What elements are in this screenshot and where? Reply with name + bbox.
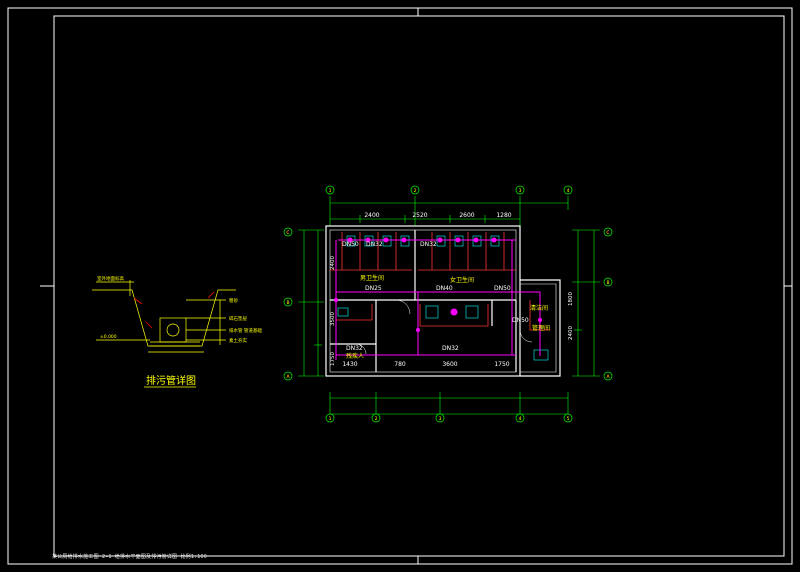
grid-top-3: 3 [519,188,522,194]
pipe-label-9: DN50 [512,317,529,324]
cad-drawing-canvas: 室外地面标高 粗砂 碎石垫层 排水管 管道基础 素土夯实 ±0.000 排污管详… [7,7,793,565]
right-dim-2: 2400 [568,326,574,340]
detail-label-elevation: ±0.000 [100,334,117,340]
pipe-label-4: DN32 [420,241,437,248]
detail-label-pipe-base: 排水管 管道基础 [229,327,262,334]
pipe-label-6: DN50 [494,285,511,292]
room-label-office: 管理间 [532,324,550,332]
detail-label-soil: 素土夯实 [229,337,247,344]
grid-bottom-4: 4 [519,416,522,422]
pipe-label-5: DN40 [436,285,453,292]
detail-label-sand: 粗砂 [229,297,238,304]
detail-label-gravel: 碎石垫层 [229,315,247,322]
footer-caption: 某公厕给排水施工图 2-1 给排水平面图及排污管详图 比例1:100 [52,554,207,560]
detail-label-ground: 室外地面标高 [97,275,124,282]
bottom-dim-4: 1750 [494,361,509,368]
pipe-label-8: DN32 [346,345,363,352]
left-dim-3: 1750 [330,352,336,366]
room-label-mens: 男卫生间 [360,274,384,282]
drawing-frame [7,7,793,565]
grid-top-2: 2 [414,188,417,194]
bottom-dim-3: 3600 [442,361,457,368]
pipe-label-7: DN32 [442,345,459,352]
top-dim-1: 2400 [364,212,379,219]
top-dim-2: 2520 [412,212,427,219]
pipe-label-1: DN50 [342,241,359,248]
grid-bottom-5: 5 [567,416,570,422]
pipe-trench-detail: 室外地面标高 粗砂 碎石垫层 排水管 管道基础 素土夯实 ±0.000 排污管详… [92,275,262,388]
grid-right-b: B [606,280,609,286]
grid-bottom-1: 1 [329,416,332,422]
bottom-dim-2: 780 [394,361,406,368]
left-dim-2: 3500 [330,312,336,326]
grid-top-1: 1 [329,188,332,194]
detail-title: 排污管详图 [146,374,196,387]
room-label-cleaning: 清洁间 [530,304,548,312]
top-dim-3: 2600 [459,212,474,219]
floor-plan: 1 2 3 4 1 2 3 4 5 C B A C B A 2400 2520 … [283,185,613,423]
pipe-label-2: DN32 [366,241,383,248]
grid-top-4: 4 [567,188,570,194]
bottom-dim-1: 1430 [342,361,357,368]
grid-right-c: C [606,230,609,236]
pipe-label-3: DN25 [365,285,382,292]
room-label-womens: 女卫生间 [450,276,474,284]
left-dim-1: 2400 [330,256,336,270]
top-dim-4: 1280 [496,212,511,219]
grid-left-b: B [286,300,289,306]
grid-left-c: C [286,230,289,236]
room-label-accessible: 残疾人 [346,352,364,360]
right-dim-1: 1800 [568,292,574,306]
grid-bottom-3: 3 [439,416,442,422]
grid-bottom-2: 2 [375,416,378,422]
